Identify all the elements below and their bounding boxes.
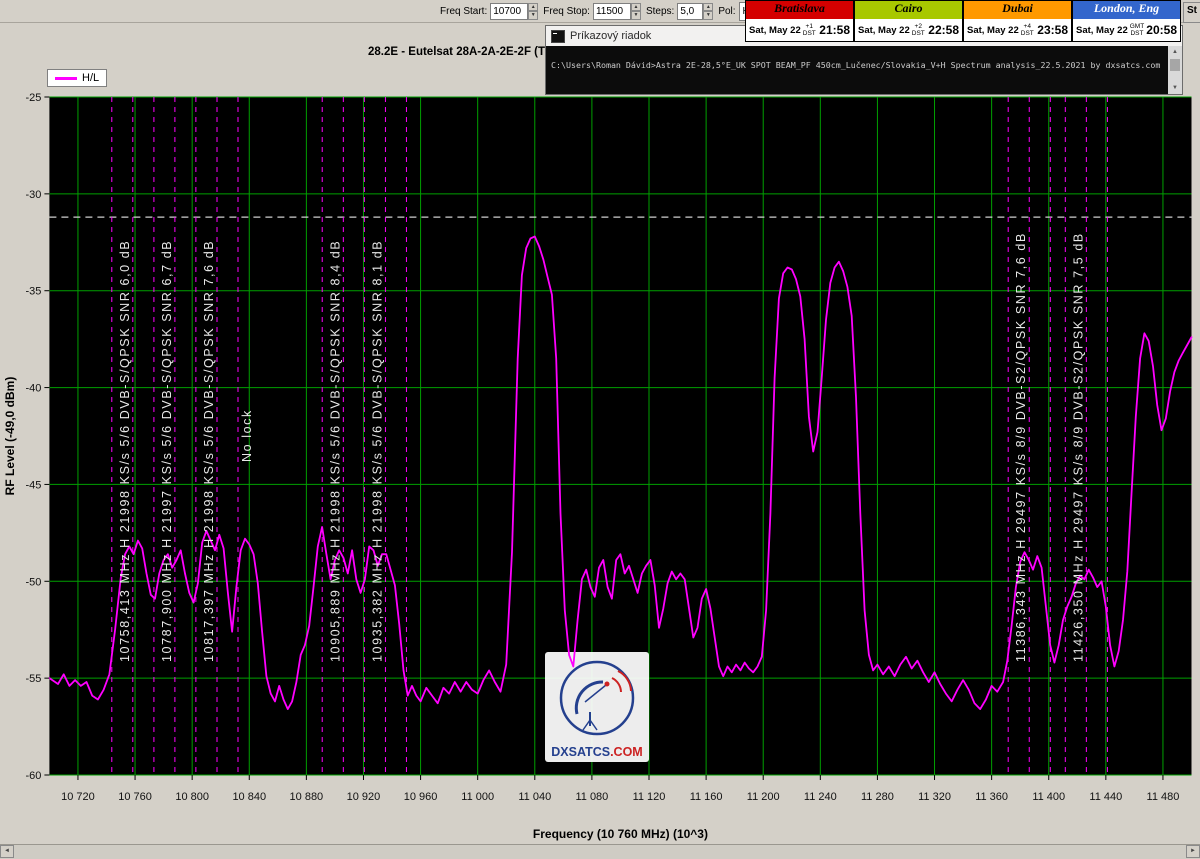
clock-bratislava: Bratislava Sat, May 22 +1DST 21:58 [745, 0, 854, 42]
clock-offset: GMT [1130, 23, 1144, 30]
x-tick-label: 11 240 [804, 791, 837, 803]
clock-date: Sat, May 22 [858, 25, 910, 36]
spin-up-icon[interactable]: ▲ [528, 3, 538, 12]
legend-line-sample [55, 77, 77, 80]
y-tick-label: -50 [25, 576, 41, 588]
freq-start-input[interactable] [490, 3, 528, 20]
clock-dst: DST [1130, 30, 1143, 37]
transponder-label: 10935,382 MHz H 21998 KS/s 5/6 DVB-S/QPS… [370, 240, 384, 662]
freq-stop-field: Freq Stop: ▲▼ [543, 3, 641, 20]
transponder-label: 11426,350 MHz H 29497 KS/s 8/9 DVB-S2/QP… [1071, 232, 1085, 662]
x-tick-label: 10 960 [404, 791, 438, 803]
clock-date: Sat, May 22 [749, 25, 801, 36]
x-tick-label: 10 880 [290, 791, 324, 803]
clock-dst: DST [912, 30, 925, 37]
clock-time: 21:58 [819, 23, 850, 37]
y-tick-label: -45 [25, 479, 41, 491]
scroll-thumb[interactable] [1170, 59, 1180, 71]
clock-city: Cairo [855, 1, 962, 19]
watermark-text: DXSATCS.COM [551, 745, 642, 759]
clock-cairo: Cairo Sat, May 22 +2DST 22:58 [854, 0, 963, 42]
x-tick-label: 11 200 [747, 791, 780, 803]
dxsatcs-watermark: DXSATCS.COM [545, 652, 649, 762]
cmd-title: Príkazový riadok [570, 30, 651, 42]
spin-down-icon[interactable]: ▼ [631, 11, 641, 20]
scroll-down-icon[interactable]: ▼ [1168, 82, 1182, 94]
steps-field: Steps: ▲▼ [646, 3, 713, 20]
scroll-right-icon[interactable]: ► [1186, 845, 1200, 858]
spin-down-icon[interactable]: ▼ [528, 11, 538, 20]
freq-stop-label: Freq Stop: [543, 6, 590, 17]
clock-city: London, Eng [1073, 1, 1180, 19]
scroll-up-icon[interactable]: ▲ [1168, 46, 1182, 58]
y-tick-label: -55 [25, 673, 41, 685]
transponder-label: 10905,889 MHz H 21998 KS/s 5/6 DVB-S/QPS… [328, 240, 342, 662]
x-tick-label: 11 360 [975, 791, 1008, 803]
clock-city: Dubai [964, 1, 1071, 19]
cmd-scrollbar[interactable]: ▲ ▼ [1168, 46, 1182, 94]
clock-time: 23:58 [1037, 23, 1068, 37]
transponder-label: 10758,413 MHz H 21998 KS/s 5/6 DVB-S/QPS… [118, 240, 132, 662]
y-tick-label: -35 [25, 286, 41, 298]
scroll-left-icon[interactable]: ◄ [0, 845, 14, 858]
y-tick-label: -25 [25, 92, 41, 104]
spin-up-icon[interactable]: ▲ [631, 3, 641, 12]
stop-button-partial[interactable]: St [1183, 2, 1200, 23]
x-tick-label: 10 760 [118, 791, 152, 803]
x-axis-title: Frequency (10 760 MHz) (10^3) [533, 827, 708, 841]
clock-date: Sat, May 22 [967, 25, 1019, 36]
x-tick-label: 10 840 [232, 791, 266, 803]
x-tick-label: 11 320 [918, 791, 951, 803]
x-tick-label: 11 040 [518, 791, 551, 803]
clock-time: 20:58 [1146, 23, 1177, 37]
x-tick-label: 11 120 [633, 791, 666, 803]
legend: H/L [47, 69, 107, 87]
x-tick-label: 10 720 [61, 791, 95, 803]
x-tick-label: 11 440 [1089, 791, 1122, 803]
clock-date: Sat, May 22 [1076, 25, 1128, 36]
clock-offset: +2 [915, 23, 922, 30]
clock-london: London, Eng Sat, May 22 GMTDST 20:58 [1072, 0, 1181, 42]
cmd-console-line: C:\Users\Roman Dávid>Astra 2E-28,5°E_UK … [551, 60, 1164, 70]
freq-start-field: Freq Start: ▲▼ [440, 3, 538, 20]
x-tick-label: 11 280 [861, 791, 894, 803]
legend-label: H/L [82, 72, 99, 84]
y-tick-label: -60 [25, 770, 41, 782]
transponder-label: 10817,397 MHz H 21998 KS/s 5/6 DVB-S/QPS… [202, 240, 216, 662]
x-tick-label: 10 920 [347, 791, 381, 803]
clock-offset: +1 [806, 23, 813, 30]
x-tick-label: 11 400 [1032, 791, 1065, 803]
transponder-label: 11386,343 MHz H 29497 KS/s 8/9 DVB-S2/QP… [1014, 232, 1028, 662]
frequency-controls: Freq Start: ▲▼ Freq Stop: ▲▼ Steps: ▲▼ P… [440, 0, 784, 22]
clock-offset: +4 [1024, 23, 1031, 30]
horizontal-scrollbar[interactable]: ◄ ► [0, 844, 1200, 859]
clock-dst: DST [1021, 30, 1034, 37]
cmd-icon [551, 30, 565, 43]
clock-time: 22:58 [928, 23, 959, 37]
pol-label: Pol: [718, 6, 735, 17]
x-tick-label: 11 000 [461, 791, 494, 803]
clock-city: Bratislava [746, 1, 853, 19]
y-tick-label: -30 [25, 189, 41, 201]
x-tick-label: 11 480 [1147, 791, 1180, 803]
spin-up-icon[interactable]: ▲ [703, 3, 713, 12]
steps-label: Steps: [646, 6, 674, 17]
x-tick-label: 11 160 [690, 791, 723, 803]
y-tick-label: -40 [25, 383, 41, 395]
cmd-body: C:\Users\Roman Dávid>Astra 2E-28,5°E_UK … [546, 46, 1182, 94]
chart-title: 28.2E - Eutelsat 28A-2A-2E-2F (TB [368, 46, 553, 58]
freq-stop-input[interactable] [593, 3, 631, 20]
y-axis-title: RF Level (-49,0 dBm) [3, 377, 17, 496]
transponder-label: No lock [240, 409, 254, 462]
spectrum-chart: DXSATCS.COM 10758,413 MHz H 21998 KS/s 5/… [0, 0, 1200, 859]
world-clocks: Bratislava Sat, May 22 +1DST 21:58 Cairo… [745, 0, 1181, 42]
steps-input[interactable] [677, 3, 703, 20]
clock-dubai: Dubai Sat, May 22 +4DST 23:58 [963, 0, 1072, 42]
clock-dst: DST [803, 30, 816, 37]
freq-start-label: Freq Start: [440, 6, 487, 17]
x-tick-label: 11 080 [575, 791, 608, 803]
transponder-label: 10787,900 MHz H 21997 KS/s 5/6 DVB-S/QPS… [160, 240, 174, 662]
x-tick-label: 10 800 [175, 791, 209, 803]
spin-down-icon[interactable]: ▼ [703, 11, 713, 20]
